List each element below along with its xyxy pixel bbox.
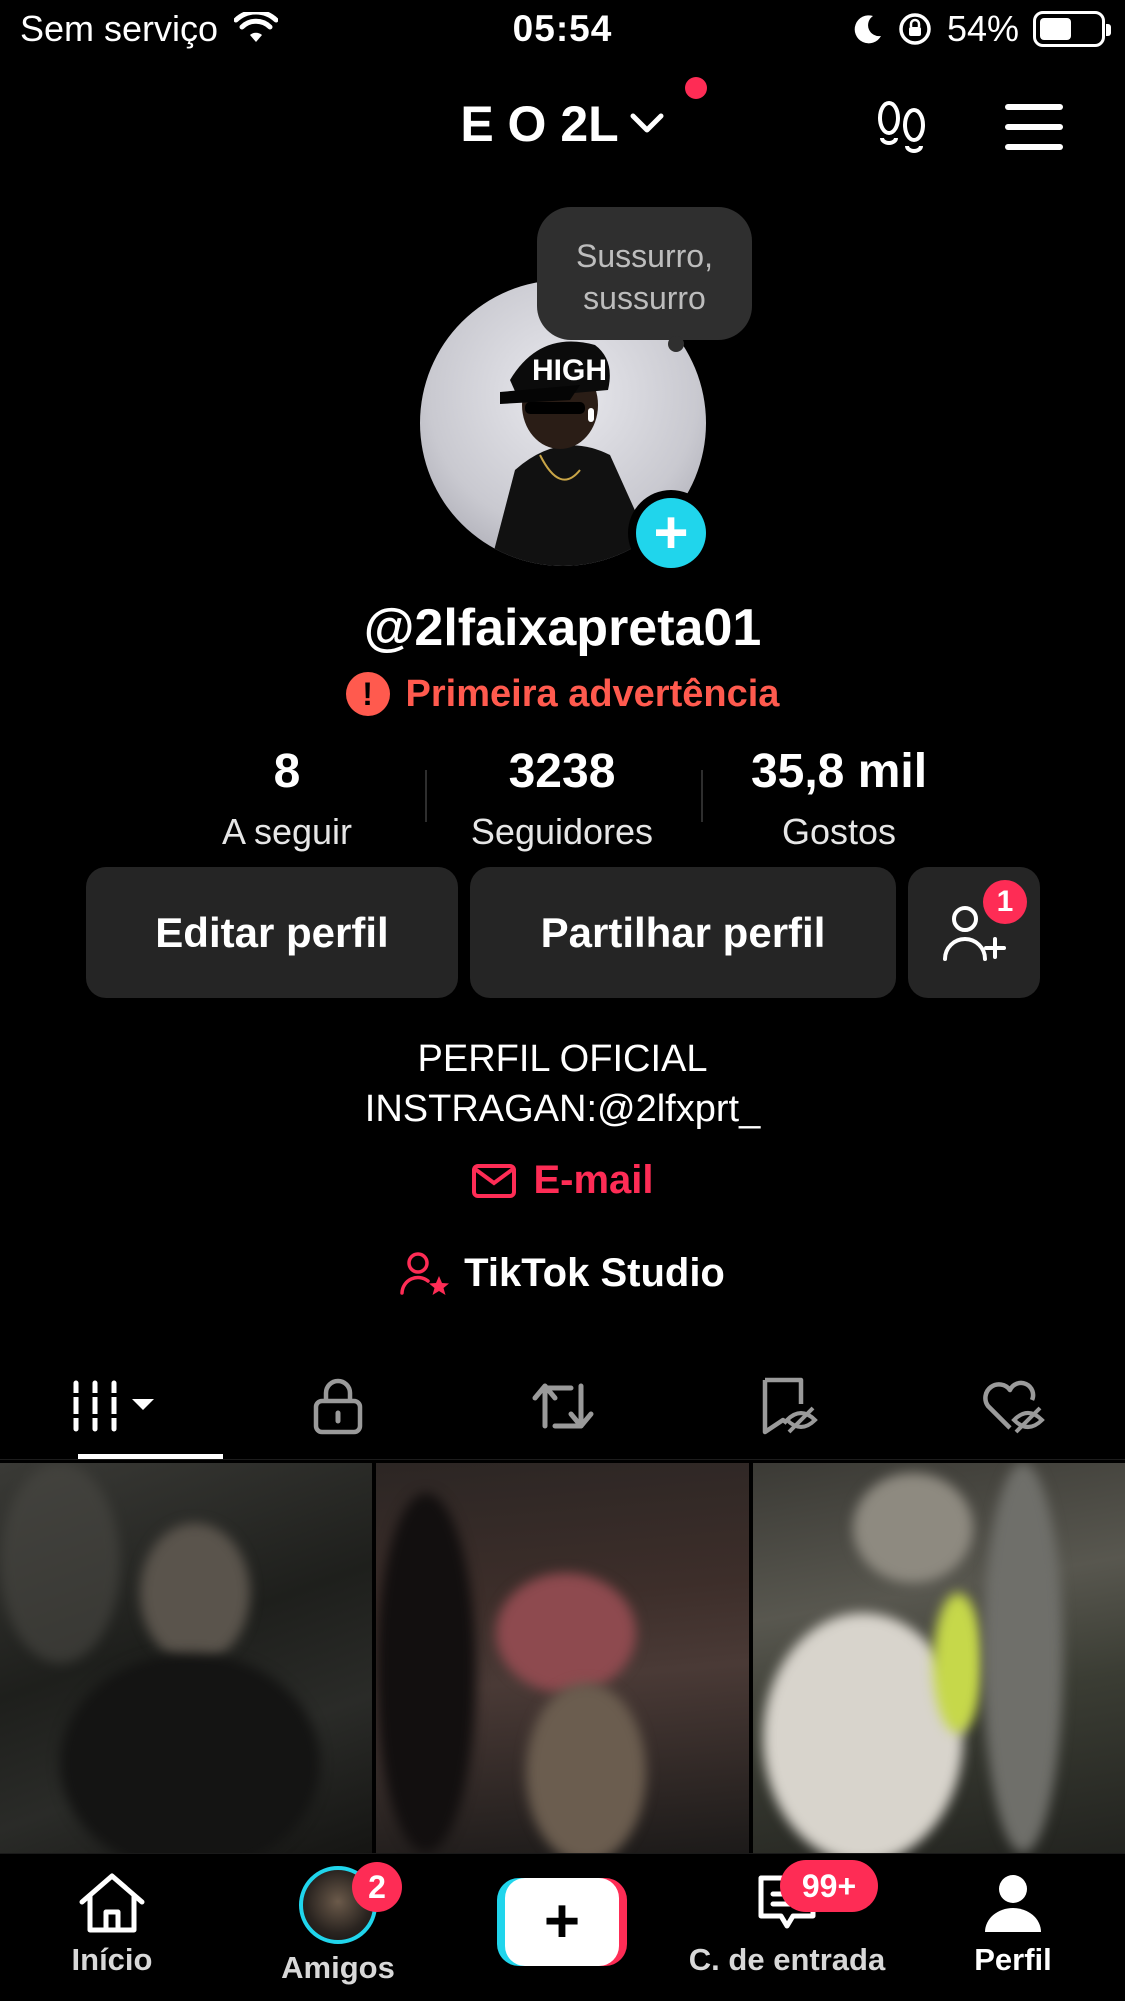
tab-private[interactable] [225, 1352, 450, 1459]
stat-followers[interactable]: 3238 Seguidores [452, 742, 672, 862]
profile-icon [985, 1875, 1041, 1932]
stat-following[interactable]: 8 A seguir [187, 742, 387, 862]
moon-icon [854, 15, 881, 44]
tab-videos[interactable] [0, 1352, 225, 1459]
tiktok-studio-link[interactable]: TikTok Studio [0, 1250, 1125, 1296]
video-thumbnail[interactable] [0, 1463, 373, 1853]
email-link[interactable]: E-mail [0, 1158, 1125, 1203]
stat-divider [425, 770, 427, 822]
battery-percent: 54% [946, 8, 1019, 49]
nav-friends[interactable]: Amigos [238, 1854, 438, 2001]
videos-icon [67, 1380, 154, 1431]
nav-profile[interactable]: Perfil [913, 1854, 1113, 2001]
page-title: E O 2L [460, 96, 619, 152]
account-switcher[interactable]: E O 2L [0, 95, 1125, 153]
lock-icon [313, 1378, 362, 1434]
nav-home[interactable]: Início [12, 1854, 212, 2001]
inbox-badge: 99+ [780, 1860, 878, 1912]
bubble-tail [668, 336, 684, 352]
friend-request-badge: 1 [983, 880, 1027, 924]
warning-link[interactable]: ! Primeira advertência [0, 672, 1125, 716]
tab-liked[interactable] [900, 1352, 1125, 1459]
repost-icon [532, 1383, 593, 1428]
note-bubble[interactable]: Sussurro, sussurro [537, 207, 752, 340]
plus-icon: + [505, 1878, 619, 1966]
status-right: 54% [853, 8, 1111, 50]
username: @2lfaixapreta01 [363, 599, 762, 657]
tab-reposts[interactable] [450, 1352, 675, 1459]
mail-icon [472, 1163, 517, 1198]
share-profile-button[interactable]: Partilhar perfil [470, 867, 896, 998]
menu-icon[interactable] [1005, 104, 1063, 164]
video-thumbnail[interactable] [376, 1463, 749, 1853]
notification-dot [685, 77, 707, 99]
warning-text: Primeira advertência [405, 672, 780, 715]
saved-hidden-icon [762, 1377, 818, 1434]
content-tabs [0, 1352, 1125, 1460]
stat-divider [701, 770, 703, 822]
tab-saved[interactable] [675, 1352, 900, 1459]
svg-text:HIGH: HIGH [532, 354, 607, 387]
home-icon [79, 1873, 145, 1933]
footprint-icon[interactable] [872, 98, 932, 158]
add-story-button[interactable]: + [628, 490, 714, 576]
battery-icon [1033, 11, 1111, 47]
friends-badge: 2 [352, 1862, 402, 1912]
rotation-lock-icon [899, 13, 931, 45]
warning-icon: ! [345, 672, 390, 716]
chevron-down-icon [630, 113, 664, 133]
edit-profile-button[interactable]: Editar perfil [86, 867, 458, 998]
plus-icon: + [636, 498, 706, 568]
liked-hidden-icon [982, 1380, 1045, 1433]
create-button[interactable]: + [497, 1878, 627, 1966]
stat-likes[interactable]: 35,8 mil Gostos [729, 742, 949, 862]
video-grid [0, 1463, 1125, 1853]
bio-line: INSTRAGAN:@2lfxprt_ [364, 1088, 761, 1130]
bio-line: PERFIL OFICIAL [417, 1038, 708, 1080]
creator-star-icon [400, 1252, 450, 1295]
video-thumbnail[interactable] [752, 1463, 1125, 1853]
